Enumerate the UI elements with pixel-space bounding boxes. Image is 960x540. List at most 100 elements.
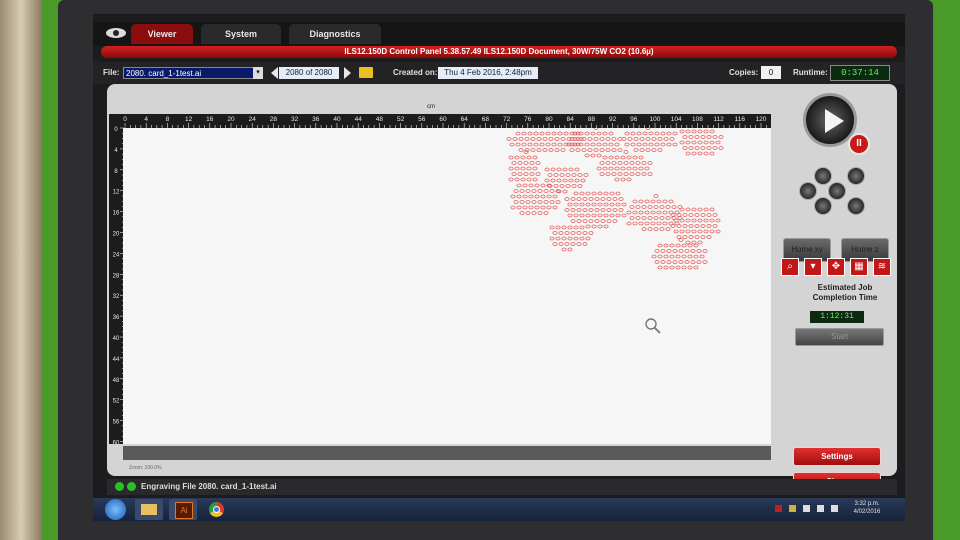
ruler-tick-label: 20 xyxy=(227,116,235,123)
ruler-tick-label: 16 xyxy=(206,116,214,123)
ruler-tick-label: 8 xyxy=(114,169,118,175)
file-select[interactable]: 2080. card_1-1test.ai xyxy=(123,67,263,79)
ruler-tick-label: 4 xyxy=(144,116,148,123)
runtime-display: 0:37:14 xyxy=(830,65,890,81)
file-count: 2080 of 2080 xyxy=(279,67,339,79)
tab-bar: Viewer System Diagnostics xyxy=(93,22,905,46)
start-button[interactable]: Start xyxy=(795,328,884,346)
ruler-tick-label: 68 xyxy=(482,116,490,123)
horizontal-scrollbar[interactable] xyxy=(123,446,771,460)
jog-right-button[interactable] xyxy=(828,182,846,200)
horizontal-ruler: 0 4 8 12 16 20 24 28 32 36 40 44 48 52 56 60 64 68 72 76 80 8… xyxy=(123,114,771,128)
zoom-fit-icon[interactable]: ▾ xyxy=(804,258,822,276)
tab-viewer[interactable]: Viewer xyxy=(131,24,193,44)
copies-label: Copies: xyxy=(729,68,759,77)
windows-start-icon[interactable] xyxy=(105,499,126,520)
ruler-tick-label: 52 xyxy=(397,116,405,123)
engraving-canvas[interactable] xyxy=(123,128,771,444)
taskbar: Ai 3:32 p.m. 4/02/2016 xyxy=(93,498,905,521)
zoom-icon[interactable]: ⌕ xyxy=(781,258,799,276)
play-icon xyxy=(825,109,844,133)
jog-up-button[interactable] xyxy=(814,167,832,185)
chrome-icon[interactable] xyxy=(203,499,231,520)
z-up-button[interactable] xyxy=(847,167,865,185)
ruler-tick-label: 48 xyxy=(376,116,384,123)
ruler-corner xyxy=(109,114,123,126)
ruler-tick-label: 64 xyxy=(461,116,469,123)
previous-file-arrow-icon[interactable] xyxy=(271,67,278,79)
ruler-tick-label: 44 xyxy=(355,116,363,123)
tray-flag-icon[interactable] xyxy=(803,505,810,512)
tray-shield-icon[interactable] xyxy=(789,505,796,512)
jog-left-button[interactable] xyxy=(799,182,817,200)
status-led-icon xyxy=(127,482,136,491)
ruler-tick-label: 36 xyxy=(312,116,320,123)
z-down-button[interactable] xyxy=(847,197,865,215)
ruler-unit-label: cm xyxy=(427,104,435,110)
status-led-icon xyxy=(115,482,124,491)
ruler-tick-label: 108 xyxy=(692,116,703,123)
magnifier-cursor-icon xyxy=(645,318,661,334)
ruler-tick-label: 112 xyxy=(713,116,724,123)
ruler-tick-label: 52 xyxy=(113,399,120,405)
viewer-panel: cm 0 4 8 12 16 20 24 28 32 36 40 44 48 52 56 60 64 68 72 76… xyxy=(107,84,897,491)
ruler-tick-label: 40 xyxy=(113,336,120,342)
ruler-tick-label: 48 xyxy=(113,378,120,384)
ruler-tick-label: 12 xyxy=(113,190,120,196)
ruler-tick-label: 56 xyxy=(113,420,120,426)
status-bar: Engraving File 2080. card_1-1test.ai xyxy=(107,479,897,495)
ruler-tick-label: 20 xyxy=(113,232,120,238)
pause-button[interactable]: II xyxy=(848,133,870,155)
ruler-tick-label: 116 xyxy=(735,116,746,123)
ruler-tick-label: 92 xyxy=(609,116,617,123)
ruler-tick-label: 4 xyxy=(114,148,118,154)
ruler-tick-label: 56 xyxy=(418,116,426,123)
file-label: File: xyxy=(103,68,120,77)
color-icon[interactable]: ≋ xyxy=(873,258,891,276)
file-info-row: File: 2080. card_1-1test.ai ▾ 2080 of 20… xyxy=(93,62,905,84)
ruler-tick-label: 40 xyxy=(333,116,341,123)
tray-network-icon[interactable] xyxy=(817,505,824,512)
screen: Viewer System Diagnostics ILS12.150D Con… xyxy=(93,14,905,521)
settings-button[interactable]: Settings xyxy=(793,447,881,466)
control-panel-title: ILS12.150D Control Panel 5.38.57.49 ILS1… xyxy=(101,46,897,58)
estimated-time-display: 1:12:31 xyxy=(810,311,864,323)
eye-icon xyxy=(106,28,126,38)
ruler-tick-label: 76 xyxy=(524,116,532,123)
pattern-icon[interactable]: ▦ xyxy=(850,258,868,276)
ruler-tick-label: 28 xyxy=(113,273,120,279)
ruler-tick-label: 80 xyxy=(545,116,553,123)
folder-icon[interactable] xyxy=(359,67,373,78)
illustrator-icon[interactable]: Ai xyxy=(169,499,197,520)
ruler-tick-label: 8 xyxy=(166,116,170,123)
estimated-time-label: Estimated Job Completion Time xyxy=(812,283,878,302)
ruler-tick-label: 24 xyxy=(249,116,257,123)
tab-system[interactable]: System xyxy=(201,24,281,44)
file-explorer-icon[interactable] xyxy=(135,499,163,520)
ruler-tick-label: 36 xyxy=(113,315,120,321)
ruler-tick-label: 88 xyxy=(588,116,596,123)
next-file-arrow-icon[interactable] xyxy=(344,67,351,79)
runtime-label: Runtime: xyxy=(793,68,828,77)
jog-down-button[interactable] xyxy=(814,197,832,215)
ruler-tick-label: 104 xyxy=(671,116,682,123)
tray-app-icon[interactable] xyxy=(775,505,782,512)
ruler-tick-label: 32 xyxy=(113,294,120,300)
ruler-tick-label: 16 xyxy=(113,211,120,217)
tab-diagnostics[interactable]: Diagnostics xyxy=(289,24,381,44)
created-label: Created on: xyxy=(393,68,438,77)
engraving-artwork xyxy=(506,128,724,270)
ruler-tick-label: 96 xyxy=(630,116,638,123)
ruler-tick-label: 120 xyxy=(756,116,767,123)
pan-icon[interactable]: ✥ xyxy=(827,258,845,276)
ruler-tick-label: 72 xyxy=(503,116,511,123)
zoom-level: Zoom: 100.0% xyxy=(129,465,162,471)
tray-volume-icon[interactable] xyxy=(831,505,838,512)
tray-clock[interactable]: 3:32 p.m. 4/02/2016 xyxy=(845,500,889,516)
ruler-tick-label: 0 xyxy=(114,127,118,133)
ruler-tick-label: 0 xyxy=(123,116,127,123)
ruler-tick-label: 100 xyxy=(650,116,661,123)
chevron-down-icon[interactable]: ▾ xyxy=(253,67,263,79)
tray-date: 4/02/2016 xyxy=(853,509,881,515)
ruler-tick-label: 60 xyxy=(439,116,447,123)
